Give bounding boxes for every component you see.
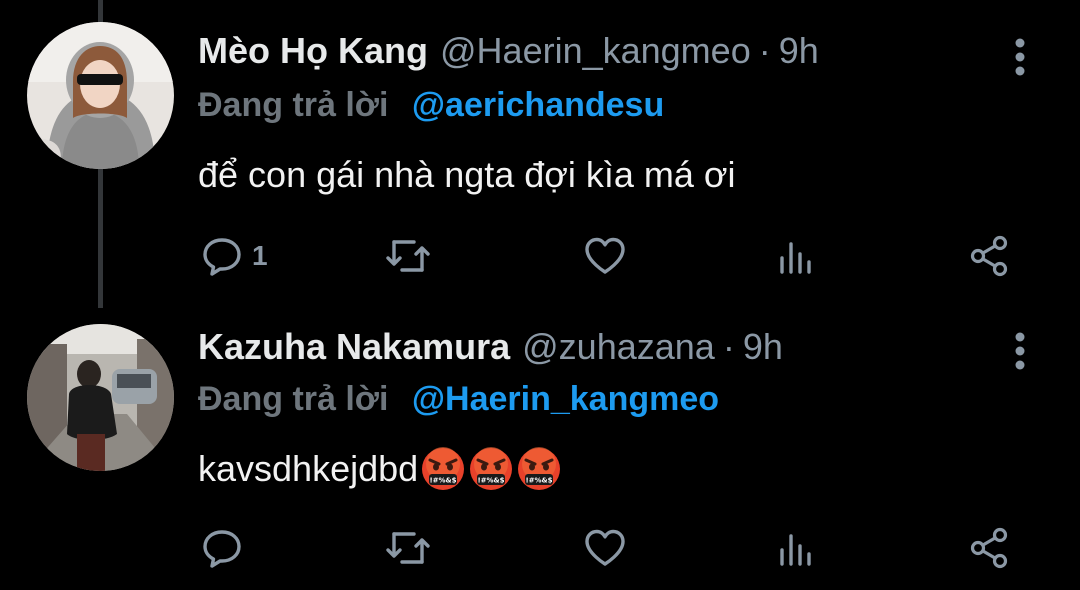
analytics-icon <box>780 242 811 274</box>
timestamp[interactable]: 9h <box>743 326 783 368</box>
display-name[interactable]: Mèo Họ Kang <box>198 30 428 72</box>
replying-label: Đang trả lời <box>198 86 389 124</box>
tweet-actions: 1 <box>198 232 1028 280</box>
heart-icon <box>585 237 625 274</box>
separator-dot: · <box>758 30 771 71</box>
analytics-button[interactable] <box>776 232 816 280</box>
avatar-meo-ho-kang[interactable] <box>27 22 174 169</box>
retweet-icon <box>386 240 430 272</box>
reply-button[interactable] <box>200 524 252 572</box>
replying-to: Đang trả lời @aerichandesu <box>198 86 664 125</box>
reply-count: 1 <box>252 240 268 271</box>
tweet-text-content: kavsdhkejdbd <box>198 448 419 489</box>
reply-button[interactable]: 1 <box>200 232 268 280</box>
share-button[interactable] <box>968 524 1012 572</box>
share-icon <box>970 235 1008 277</box>
svg-text:!#%&$: !#%&$ <box>430 477 457 485</box>
tweet-1[interactable]: Mèo Họ Kang @Haerin_kangmeo · 9h Đang tr… <box>0 0 1080 300</box>
tweet-actions <box>198 524 1028 572</box>
avatar-kazuha-nakamura[interactable] <box>27 324 174 471</box>
retweet-button[interactable] <box>384 524 432 572</box>
more-options-icon[interactable] <box>1006 36 1034 80</box>
tweet-text: để con gái nhà ngta đợi kìa má ơi <box>198 154 736 196</box>
more-options-icon[interactable] <box>1006 330 1034 374</box>
user-handle[interactable]: @zuhazana <box>522 326 715 368</box>
share-icon <box>970 527 1008 569</box>
retweet-icon <box>386 532 430 564</box>
analytics-button[interactable] <box>776 524 816 572</box>
svg-text:!#%&$: !#%&$ <box>526 477 553 485</box>
tweet-header: Kazuha Nakamura @zuhazana · 9h <box>198 326 783 376</box>
replying-label: Đang trả lời <box>198 380 389 418</box>
replying-to-link[interactable]: @aerichandesu <box>412 86 664 124</box>
timestamp[interactable]: 9h <box>779 30 819 72</box>
tweet-text-content: để con gái nhà ngta đợi kìa má ơi <box>198 154 736 195</box>
reply-icon <box>203 238 241 276</box>
retweet-button[interactable] <box>384 232 432 280</box>
display-name[interactable]: Kazuha Nakamura <box>198 326 510 368</box>
replying-to-link[interactable]: @Haerin_kangmeo <box>412 380 719 418</box>
tweet-text: kavsdhkejdbd !#%&$ !#%&$ !#%&$ <box>198 446 562 492</box>
angry-swearing-emoji-icon: !#%&$ <box>518 447 561 490</box>
tweet-header: Mèo Họ Kang @Haerin_kangmeo · 9h <box>198 30 819 80</box>
separator-dot: · <box>722 326 735 367</box>
user-handle[interactable]: @Haerin_kangmeo <box>440 30 751 72</box>
reply-icon <box>203 530 241 568</box>
heart-icon <box>585 529 625 566</box>
analytics-icon <box>780 534 811 566</box>
replying-to: Đang trả lời @Haerin_kangmeo <box>198 380 719 419</box>
svg-text:!#%&$: !#%&$ <box>478 477 505 485</box>
angry-swearing-emoji-icon: !#%&$ <box>470 447 513 490</box>
angry-swearing-emoji-icon: !#%&$ <box>422 447 465 490</box>
share-button[interactable] <box>968 232 1012 280</box>
like-button[interactable] <box>582 232 628 280</box>
like-button[interactable] <box>582 524 628 572</box>
tweet-2[interactable]: Kazuha Nakamura @zuhazana · 9h Đang trả … <box>0 300 1080 590</box>
